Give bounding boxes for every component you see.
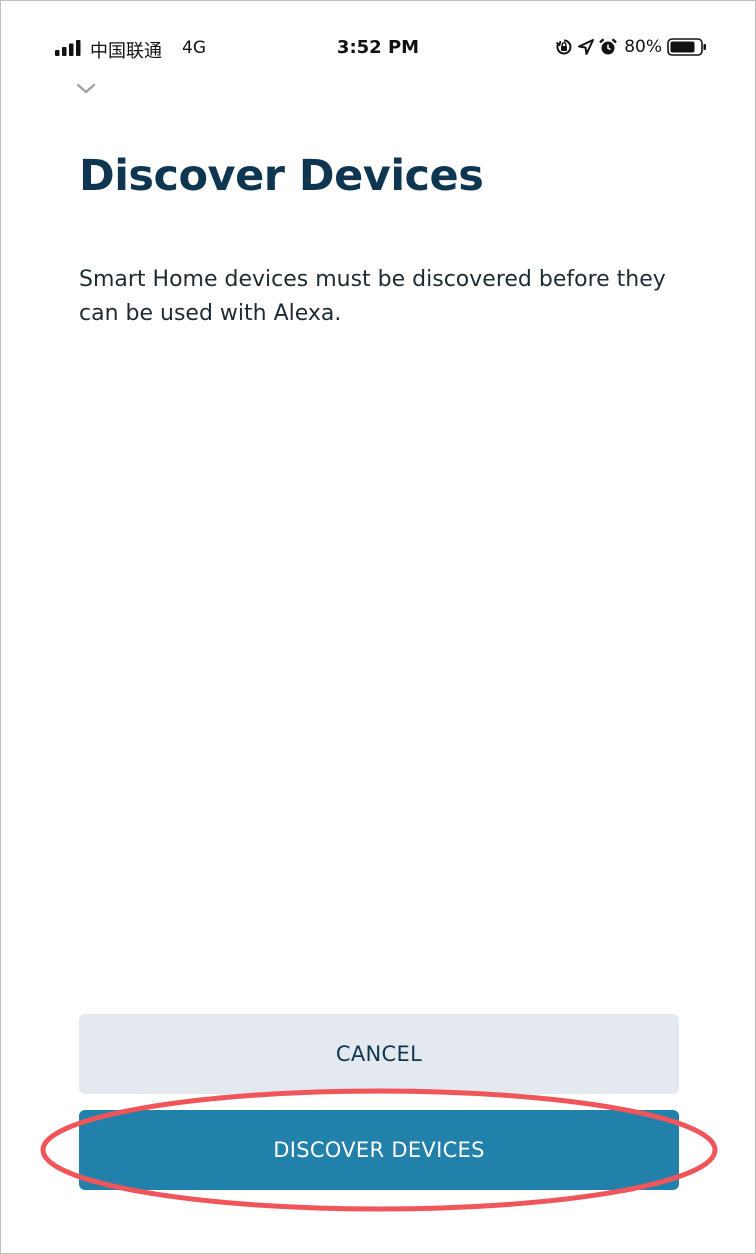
status-right-group: 80%	[555, 36, 707, 58]
page-title: Discover Devices	[79, 151, 484, 201]
status-bar: 中国联通 4G 3:52 PM 80%	[1, 31, 755, 65]
chevron-down-icon[interactable]	[75, 81, 97, 97]
cancel-button[interactable]: CANCEL	[79, 1014, 679, 1094]
discover-devices-button[interactable]: DISCOVER DEVICES	[79, 1110, 679, 1190]
orientation-lock-icon	[556, 39, 572, 55]
page-description: Smart Home devices must be discovered be…	[79, 267, 666, 326]
app-screen: 中国联通 4G 3:52 PM 80% Discover Devices Sma…	[0, 0, 756, 1254]
location-arrow-icon	[578, 39, 595, 55]
battery-percentage: 80%	[624, 37, 662, 57]
battery-icon	[667, 38, 706, 56]
alarm-clock-icon	[599, 38, 618, 55]
